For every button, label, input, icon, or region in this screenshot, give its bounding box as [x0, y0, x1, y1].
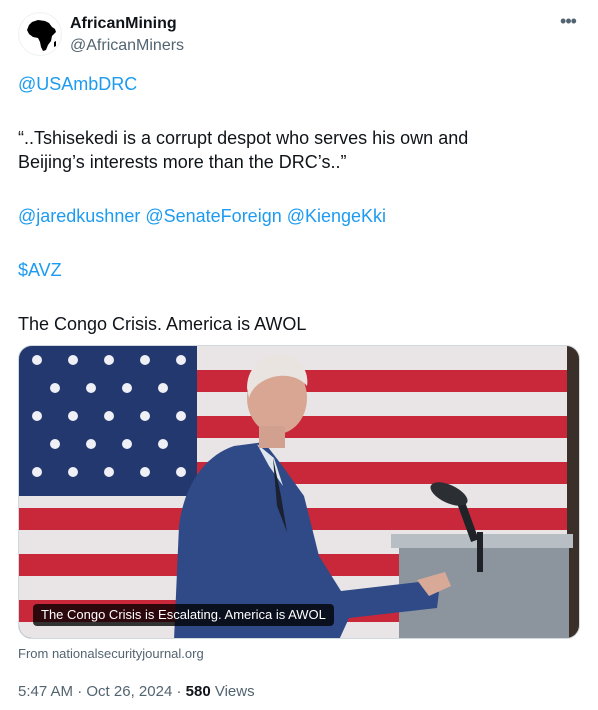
account-handle[interactable]: @AfricanMiners — [70, 36, 184, 56]
quote-line-1: “..Tshisekedi is a corrupt despot who se… — [18, 128, 469, 148]
quote-line-2: Beijing’s interests more than the DRC’s.… — [18, 152, 347, 172]
card-source[interactable]: From nationalsecurityjournal.org — [18, 645, 204, 663]
tweet-date[interactable]: Oct 26, 2024 — [86, 683, 172, 700]
avatar[interactable] — [18, 12, 62, 56]
mention-usambdrc[interactable]: @USAmbDRC — [18, 72, 137, 96]
cashtag-avz[interactable]: $AVZ — [18, 258, 62, 282]
tweet-time[interactable]: 5:47 AM — [18, 683, 73, 700]
views-label: Views — [214, 683, 255, 700]
closing-line: The Congo Crisis. America is AWOL — [18, 314, 307, 334]
meta-separator-1: · — [73, 683, 87, 700]
card-caption: The Congo Crisis is Escalating. America … — [33, 604, 334, 626]
mention-jaredkushner[interactable]: @jaredkushner — [18, 206, 140, 226]
tweet-header: AfricanMining @AfricanMiners ••• — [18, 12, 580, 60]
account-names: AfricanMining @AfricanMiners — [70, 14, 184, 56]
views-count: 580 — [185, 683, 211, 700]
more-horizontal-icon[interactable]: ••• — [556, 12, 580, 34]
tweet-meta: 5:47 AM · Oct 26, 2024 · 580 Views — [18, 682, 255, 702]
mentions-line: @jaredkushner @SenateForeign @KiengeKki — [18, 204, 386, 228]
link-card-image[interactable]: The Congo Crisis is Escalating. America … — [18, 345, 580, 639]
mention-senateforeign[interactable]: @SenateForeign — [145, 206, 281, 226]
flag-podium-illustration — [19, 346, 579, 638]
africa-map-icon — [27, 20, 56, 51]
mention-kiengekki[interactable]: @KiengeKki — [287, 206, 386, 226]
meta-separator-2: · — [172, 683, 186, 700]
display-name[interactable]: AfricanMining — [70, 14, 184, 34]
